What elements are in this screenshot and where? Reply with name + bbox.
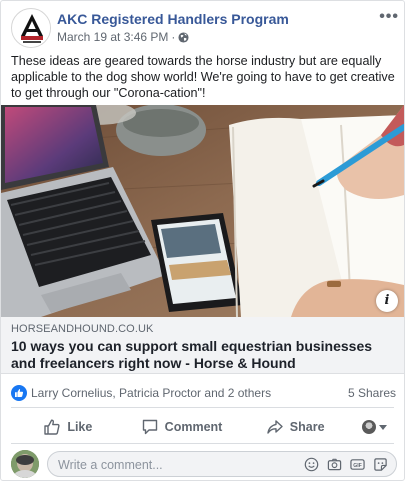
comment-tools: GIF <box>304 457 388 472</box>
chevron-down-icon <box>378 424 387 430</box>
camera-icon[interactable] <box>327 457 342 472</box>
share-button[interactable]: Share <box>238 412 352 442</box>
meta-separator: · <box>171 30 176 44</box>
globe-icon[interactable] <box>178 31 189 43</box>
comment-label: Comment <box>164 420 223 434</box>
like-button[interactable]: Like <box>11 412 125 442</box>
action-bar: Like Comment Share <box>11 412 396 442</box>
thumbs-up-icon <box>44 419 60 435</box>
share-label: Share <box>289 420 325 434</box>
post-timestamp[interactable]: March 19 at 3:46 PM <box>57 30 168 44</box>
post-meta: March 19 at 3:46 PM · <box>57 30 189 44</box>
link-preview-image[interactable]: i <box>1 105 404 317</box>
comment-field: GIF <box>47 451 397 477</box>
post-as-selector[interactable] <box>352 420 396 434</box>
emoji-icon[interactable] <box>304 457 319 472</box>
page-name-link[interactable]: AKC Registered Handlers Program <box>57 11 289 27</box>
comment-composer: GIF <box>11 448 397 478</box>
info-button[interactable]: i <box>376 290 398 312</box>
link-preview-caption[interactable]: HORSEANDHOUND.CO.UK 10 ways you can supp… <box>1 317 404 374</box>
comment-input[interactable] <box>58 456 298 473</box>
feed-post: AKC Registered Handlers Program March 19… <box>0 0 405 481</box>
svg-text:GIF: GIF <box>353 463 362 469</box>
akc-logo-icon[interactable] <box>11 8 51 48</box>
speech-bubble-icon <box>142 419 157 435</box>
link-title[interactable]: 10 ways you can support small equestrian… <box>11 338 394 372</box>
more-options-button[interactable]: ••• <box>379 8 399 26</box>
divider <box>11 443 394 444</box>
commenter-avatar[interactable] <box>11 450 39 478</box>
like-label: Like <box>67 420 93 434</box>
post-header: AKC Registered Handlers Program March 19… <box>11 8 401 48</box>
gif-icon[interactable]: GIF <box>350 457 365 472</box>
divider <box>11 407 394 408</box>
share-count[interactable]: 5 Shares <box>348 386 396 400</box>
comment-button[interactable]: Comment <box>125 412 239 442</box>
reactions-bar: Larry Cornelius, Patricia Proctor and 2 … <box>11 383 396 403</box>
share-arrow-icon <box>267 420 283 434</box>
like-reaction-icon[interactable] <box>11 385 27 401</box>
post-text: These ideas are geared towards the horse… <box>11 54 395 100</box>
sticker-icon[interactable] <box>373 457 388 472</box>
link-domain: HORSEANDHOUND.CO.UK <box>11 323 154 335</box>
desk-laptop-phone-photo <box>1 105 404 317</box>
account-avatar-icon <box>361 420 376 434</box>
reaction-names[interactable]: Larry Cornelius, Patricia Proctor and 2 … <box>31 386 271 400</box>
